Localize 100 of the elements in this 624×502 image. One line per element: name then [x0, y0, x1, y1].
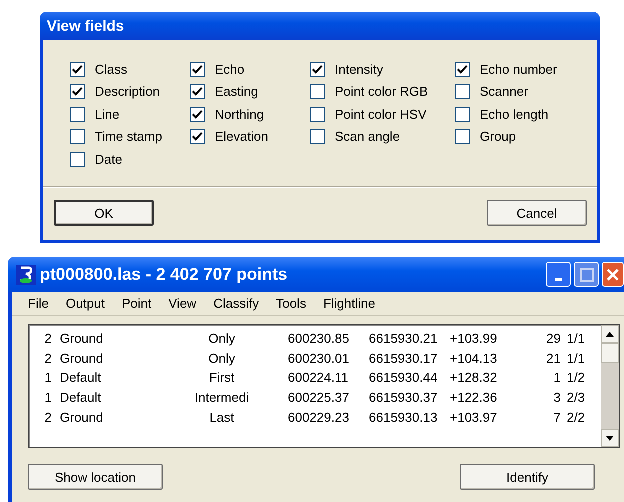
checkbox-label[interactable]: Point color HSV [335, 106, 427, 122]
checkbox[interactable] [70, 62, 85, 77]
checkbox[interactable] [455, 106, 470, 122]
list-cell-text: 2 [44, 331, 52, 346]
checkbox[interactable] [190, 62, 205, 77]
down-arrow-icon [606, 436, 614, 440]
checkbox[interactable] [310, 106, 325, 122]
checkbox-label[interactable]: Class [95, 62, 128, 77]
list-cell-text: 2 [44, 350, 52, 366]
list-cell-text: +103.97 [449, 410, 498, 425]
maximize-button[interactable] [574, 262, 599, 287]
list-cell-text: 21 [546, 350, 561, 366]
checkbox[interactable] [310, 84, 325, 100]
checkbox-label[interactable]: Northing [215, 106, 264, 122]
checkbox[interactable] [190, 106, 205, 122]
list-cell-text: 600230.01 [287, 350, 350, 366]
scroll-up-button[interactable] [601, 325, 619, 343]
list-cell-text: 1/1 [566, 331, 586, 346]
checkbox[interactable] [70, 129, 85, 144]
list-cell-text: 1/1 [566, 350, 586, 366]
list-cell-text: Only [208, 350, 236, 366]
checkbox-label[interactable]: Scan angle [335, 129, 400, 144]
menu-item[interactable]: Flightline [323, 296, 376, 311]
checkbox-label[interactable]: Description [95, 84, 160, 100]
checkbox-label[interactable]: Echo length [480, 106, 549, 122]
list-cell-text: 600230.85 [287, 331, 350, 346]
list-cell-text: Ground [59, 410, 104, 425]
identify-button[interactable]: Identify [460, 464, 595, 490]
app-logo-icon [16, 264, 36, 284]
list-cell-text: +103.99 [449, 331, 498, 346]
list-cell-text: +128.32 [449, 370, 498, 386]
checkbox-label[interactable]: Echo number [480, 62, 558, 77]
list-cell-text: Only [208, 331, 236, 346]
checkbox-label[interactable]: Elevation [215, 129, 268, 144]
menu-item[interactable]: File [28, 296, 49, 311]
checkbox-label[interactable]: Group [480, 129, 516, 144]
show-location-button[interactable]: Show location [28, 464, 163, 490]
list-cell-text: 1 [552, 370, 561, 386]
checkbox-label[interactable]: Scanner [480, 84, 528, 100]
minimize-button[interactable] [546, 262, 571, 287]
checkbox[interactable] [70, 84, 85, 100]
list-cell-text: Intermedi [194, 390, 250, 406]
ok-button[interactable]: OK [54, 200, 154, 226]
list-cell-text: +104.13 [449, 350, 498, 366]
list-cell-text: 6615930.13 [368, 410, 439, 425]
menu-item[interactable]: View [168, 296, 197, 311]
scroll-thumb[interactable] [601, 343, 619, 363]
checkbox[interactable] [455, 129, 470, 144]
up-arrow-icon [606, 332, 614, 336]
checkbox[interactable] [455, 84, 470, 100]
list-cell-text: Last [208, 410, 236, 425]
list-cell-text: 1/2 [566, 370, 586, 386]
list-cell-text: First [208, 370, 236, 386]
checkbox[interactable] [190, 129, 205, 144]
checkbox-label[interactable]: Intensity [335, 62, 384, 77]
list-cell-text: +122.36 [449, 390, 498, 406]
checkbox-label[interactable]: Point color RGB [335, 84, 428, 100]
list-cell-text: 6615930.44 [368, 370, 439, 386]
menu-item[interactable]: Classify [214, 296, 260, 311]
checkbox[interactable] [190, 84, 205, 100]
list-cell-text: 3 [552, 390, 561, 406]
list-cell-text: 29 [546, 331, 561, 346]
list-cell-text: 2/2 [566, 410, 586, 425]
checkbox-label[interactable]: Easting [215, 84, 258, 100]
list-cell-text: 600229.23 [287, 410, 350, 425]
checkbox[interactable] [310, 129, 325, 144]
menu-item[interactable]: Output [66, 296, 105, 311]
list-cell-text: 6615930.17 [368, 350, 439, 366]
checkbox-label[interactable]: Line [95, 106, 120, 122]
checkbox[interactable] [455, 62, 470, 77]
list-cell-text: 2 [44, 410, 52, 425]
checkbox-label[interactable]: Date [95, 152, 122, 167]
menu-item[interactable]: Tools [276, 296, 306, 311]
list-cell-text: 7 [552, 410, 561, 425]
list-cell-text: 6615930.37 [368, 390, 439, 406]
list-cell-text: 600225.37 [287, 390, 350, 406]
scrollbar[interactable] [601, 325, 619, 447]
checkbox[interactable] [310, 62, 325, 77]
close-button[interactable] [602, 262, 624, 287]
cancel-button[interactable]: Cancel [487, 200, 587, 226]
list-cell-text: Ground [59, 350, 104, 366]
list-cell-text: 1 [44, 370, 52, 386]
list-cell-text: 2/3 [566, 390, 586, 406]
checkbox-label[interactable]: Time stamp [95, 129, 162, 144]
list-cell-text: 6615930.21 [368, 331, 439, 346]
minimize-icon [555, 278, 562, 281]
checkbox-label[interactable]: Echo [215, 62, 245, 77]
list-cell-text: Ground [59, 331, 104, 346]
menu-item[interactable]: Point [122, 296, 152, 311]
maximize-icon [580, 268, 594, 282]
window-title: pt000800.las - 2 402 707 points [40, 264, 289, 284]
list-cell-text: Default [59, 390, 102, 406]
close-icon [606, 268, 620, 282]
checkbox[interactable] [70, 106, 85, 122]
list-cell-text: Default [59, 370, 102, 386]
checkbox[interactable] [70, 152, 85, 167]
window-title: View fields [47, 18, 124, 34]
list-cell-text: 600224.11 [287, 370, 350, 386]
scroll-down-button[interactable] [601, 429, 619, 447]
list-cell-text: 1 [44, 390, 52, 406]
